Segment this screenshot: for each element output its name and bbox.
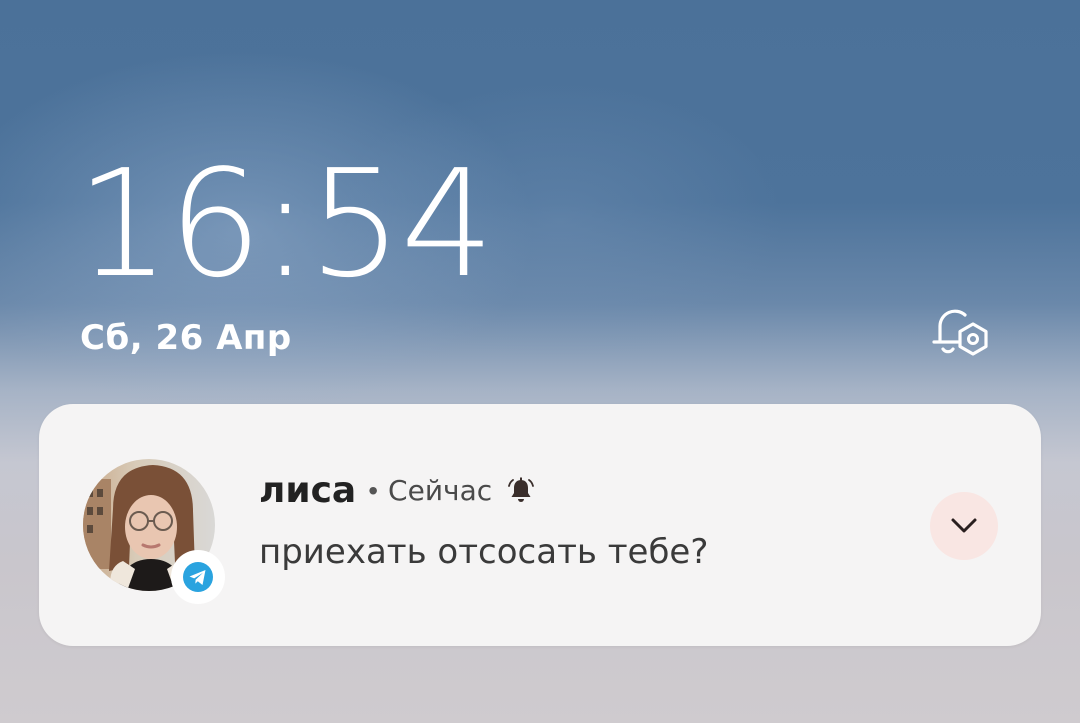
- chevron-down-icon: [951, 518, 977, 533]
- telegram-icon: [183, 562, 213, 592]
- separator-dot: •: [368, 474, 379, 506]
- notification-card[interactable]: лиса • Сейчас приехать отсосать тебе?: [39, 404, 1041, 646]
- notification-header: лиса • Сейчас: [259, 470, 536, 511]
- sender-name: лиса: [259, 470, 357, 511]
- notification-time: Сейчас: [388, 474, 493, 507]
- app-badge: [171, 550, 225, 604]
- bell-icon: [508, 477, 535, 502]
- lockscreen-clock: 16:54: [76, 138, 495, 310]
- lockscreen-date: Сб, 26 Апр: [80, 318, 292, 358]
- expand-button[interactable]: [930, 492, 998, 560]
- notification-message: приехать отсосать тебе?: [259, 532, 709, 572]
- notification-settings-icon[interactable]: [926, 302, 992, 364]
